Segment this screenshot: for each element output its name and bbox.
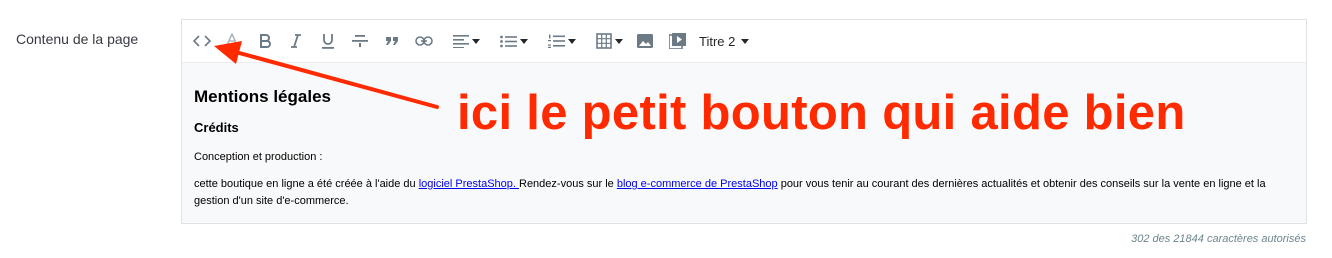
prestashop-software-link[interactable]: logiciel PrestaShop.: [419, 178, 519, 190]
strikethrough-icon[interactable]: [352, 32, 368, 50]
format-select[interactable]: Titre 2: [699, 32, 750, 50]
image-icon[interactable]: [637, 32, 653, 50]
table-icon[interactable]: [592, 32, 626, 50]
link-icon[interactable]: [415, 32, 433, 50]
paragraph-text: Rendez-vous sur le: [519, 178, 617, 190]
chevron-down-icon: [568, 38, 576, 44]
media-icon[interactable]: [668, 32, 686, 50]
annotation-text: ici le petit bouton qui aide bien: [457, 86, 1186, 140]
italic-icon[interactable]: [289, 32, 303, 50]
chevron-down-icon: [471, 38, 480, 44]
format-select-label: Titre 2: [699, 33, 736, 49]
source-code-icon[interactable]: [192, 32, 212, 50]
content-paragraph: Conception et production :: [194, 151, 323, 163]
chevron-down-icon: [614, 38, 623, 44]
character-counter: 302 des 21844 caractères autorisés: [1131, 233, 1306, 245]
content-subheading: Crédits: [194, 120, 239, 135]
chevron-down-icon: [520, 38, 528, 44]
field-label: Contenu de la page: [16, 31, 139, 47]
blockquote-icon[interactable]: [385, 32, 399, 50]
chevron-down-icon: [741, 38, 750, 44]
content-paragraph: cette boutique en ligne a été créée à l'…: [194, 176, 1298, 210]
text-color-icon[interactable]: [225, 32, 239, 50]
bold-icon[interactable]: [258, 32, 272, 50]
content-heading: Mentions légales: [194, 87, 331, 106]
prestashop-blog-link[interactable]: blog e-commerce de PrestaShop: [617, 178, 778, 190]
editor-toolbar: Titre 2: [182, 20, 1306, 63]
underline-icon[interactable]: [320, 32, 336, 50]
paragraph-text: cette boutique en ligne a été créée à l'…: [194, 178, 419, 190]
align-left-icon[interactable]: [448, 32, 484, 50]
bullet-list-icon[interactable]: [495, 32, 533, 50]
numbered-list-icon[interactable]: [543, 32, 581, 50]
